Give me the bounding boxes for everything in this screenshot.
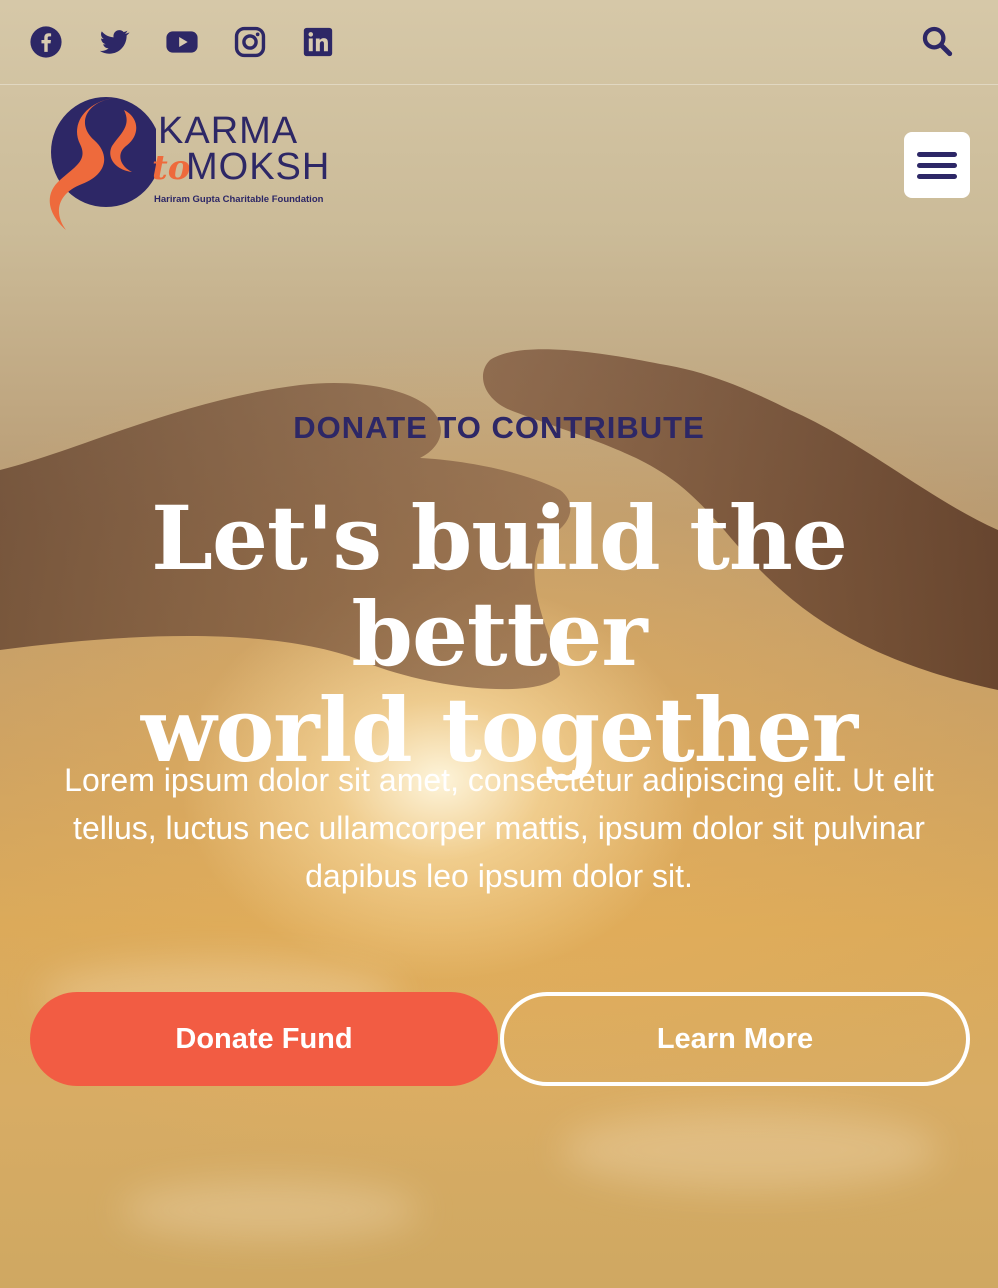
hero-headline: Let's build the better world together [0,490,998,778]
donate-fund-button[interactable]: Donate Fund [30,992,498,1086]
hamburger-menu-icon [917,173,957,179]
logo-text: to [152,148,191,188]
top-social-bar [0,0,998,85]
linkedin-icon[interactable] [300,24,336,60]
logo-tagline: Hariram Gupta Charitable Foundation [154,194,324,205]
logo-text: MOKSH [186,146,331,188]
hero-description: Lorem ipsum dolor sit amet, consectetur … [64,762,934,894]
site-logo[interactable]: KARMA to MOKSH Hariram Gupta Charitable … [36,96,329,232]
logo-mark-icon [49,97,156,230]
headline-line: Let's build the better [151,486,848,686]
hamburger-menu-icon [917,162,957,168]
youtube-icon[interactable] [164,24,200,60]
search-icon[interactable] [920,24,954,60]
hamburger-menu-icon [917,151,957,157]
instagram-icon[interactable] [232,24,268,60]
facebook-icon[interactable] [28,24,64,60]
menu-button[interactable] [904,132,970,198]
hero-eyebrow: DONATE TO CONTRIBUTE [293,410,705,445]
cloud-highlight [560,1110,940,1190]
cloud-highlight [120,1180,420,1240]
learn-more-button[interactable]: Learn More [500,992,970,1086]
twitter-icon[interactable] [96,24,132,60]
